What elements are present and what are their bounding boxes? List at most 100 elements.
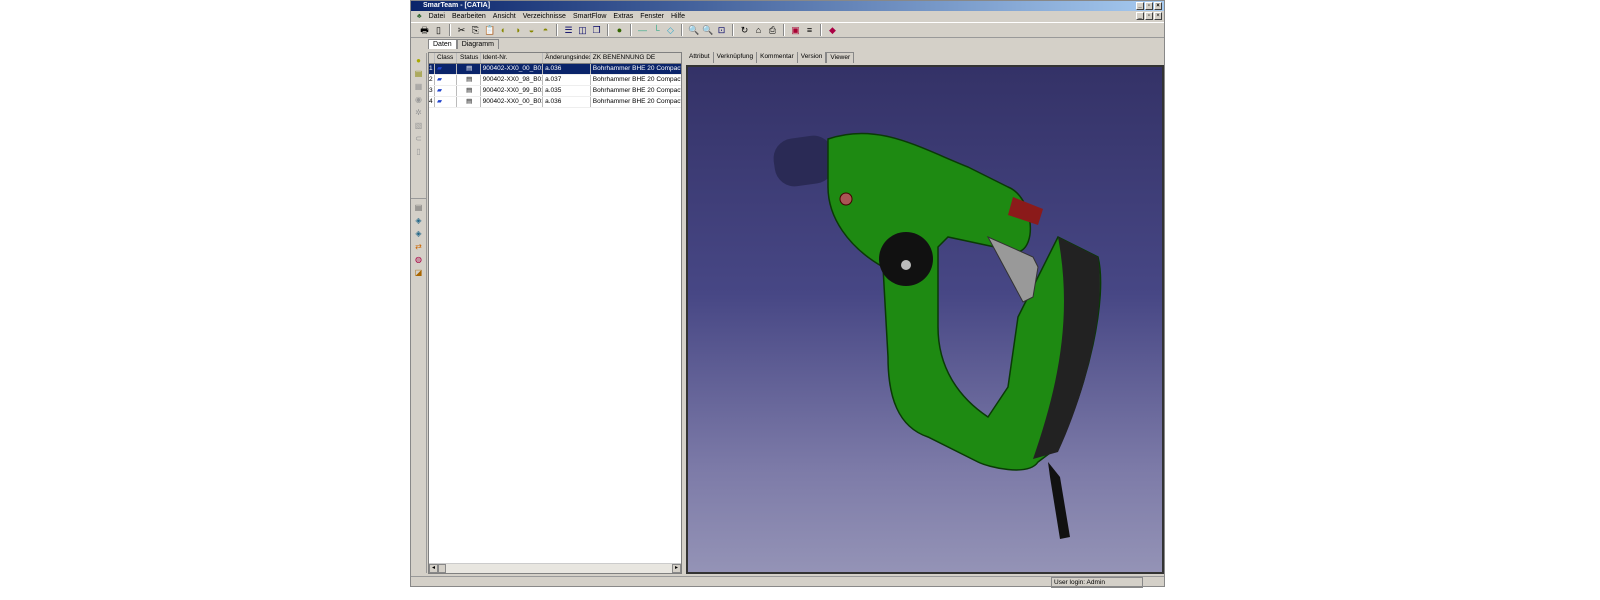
tab-kommentar[interactable]: Kommentar — [757, 52, 798, 63]
col-status[interactable]: Status — [457, 53, 481, 63]
3d-viewer[interactable] — [686, 65, 1164, 574]
paste-icon[interactable]: 📋 — [484, 25, 495, 36]
doc-restore-button[interactable]: ▫ — [1145, 12, 1153, 20]
folder-icon[interactable]: ▤ — [414, 69, 424, 79]
horizontal-scrollbar[interactable]: ◂ ▸ — [429, 563, 681, 573]
table-row[interactable]: 4 ▰ ▤ 900402-XX0_00_B01 a.036 Bohrhammer… — [429, 97, 681, 108]
close-button[interactable]: × — [1154, 2, 1162, 10]
index-cell: a.036 — [543, 64, 591, 74]
window-title: SmarTeam - [CATIA] — [423, 2, 491, 9]
side-toolbar: ● ▤ ▦ ◉ ✲ ▧ ⊂ ▯ ▤ ◈ ◈ ⇄ ◍ ◪ — [411, 53, 427, 573]
col-ident[interactable]: Ident-Nr. — [481, 53, 544, 63]
layout-vertical-icon[interactable]: ◫ — [577, 25, 588, 36]
index-cell: a.036 — [543, 97, 591, 107]
user-login-status: User login: Admin — [1051, 577, 1143, 588]
smarteam-window: SmarTeam - [CATIA] _ ▫ × ♣ Datei Bearbeite… — [410, 0, 1165, 588]
tab-verknuepfung[interactable]: Verknüpfung — [714, 52, 758, 63]
search-doc-icon[interactable]: ▧ — [414, 121, 424, 131]
grid-icon[interactable]: ▦ — [414, 82, 424, 92]
table-row[interactable]: 3 ▰ ▤ 900402-XX0_99_B01 a.035 Bohrhammer… — [429, 86, 681, 97]
left-tabs: Daten Diagramm — [428, 39, 499, 49]
minimize-button[interactable]: _ — [1136, 2, 1144, 10]
table-header: Class Status Ident-Nr. Änderungsindex ZK… — [429, 53, 681, 64]
checkout-icon[interactable]: ↻ — [739, 25, 750, 36]
tree-icon[interactable]: └ — [651, 25, 662, 36]
eraser-icon[interactable]: ◆ — [827, 25, 838, 36]
ident-cell: 900402-XX0_98_B01 — [482, 75, 544, 85]
properties-icon[interactable]: ⌂ — [753, 25, 764, 36]
status-icon: ▤ — [456, 64, 481, 74]
globe-icon[interactable]: ● — [414, 56, 424, 66]
scroll-left-button[interactable]: ◂ — [429, 564, 438, 573]
menu-fenster[interactable]: Fenster — [640, 13, 664, 20]
tab-diagramm[interactable]: Diagramm — [456, 39, 499, 49]
class-icon: ▰ — [434, 64, 457, 74]
lock-icon[interactable]: ◍ — [414, 255, 424, 265]
menu-hilfe[interactable]: Hilfe — [671, 13, 685, 20]
tab-version[interactable]: Version — [798, 52, 827, 63]
transfer-icon[interactable]: ⇄ — [414, 242, 424, 252]
class-icon: ▰ — [435, 97, 457, 107]
table-row[interactable]: 1 ▰ ▤ 900402-XX0_00_B01 a.036 Bohrhammer… — [429, 64, 681, 75]
release-icon[interactable]: ◪ — [414, 268, 424, 278]
eye-icon[interactable]: ◉ — [414, 95, 424, 105]
data-table: Class Status Ident-Nr. Änderungsindex ZK… — [428, 52, 682, 574]
books-icon[interactable]: ▣ — [790, 25, 801, 36]
drill-model — [773, 132, 1102, 539]
menu-datei[interactable]: Datei — [429, 13, 445, 20]
find-icon[interactable]: ◐ — [498, 25, 509, 36]
menu-ansicht[interactable]: Ansicht — [493, 13, 516, 20]
zoom-fit-icon[interactable]: ⊡ — [716, 25, 727, 36]
find-prev-icon[interactable]: ◓ — [540, 25, 551, 36]
status-icon: ▤ — [457, 97, 481, 107]
restore-button[interactable]: ▫ — [1145, 2, 1153, 10]
benennung-cell: Bohrhammer BHE 20 Compact — [592, 87, 681, 94]
menu-smartflow[interactable]: SmartFlow — [573, 13, 606, 20]
doc-icon[interactable]: ▯ — [414, 147, 424, 157]
assembly-icon[interactable]: ◈ — [414, 229, 424, 239]
class-icon: ▰ — [435, 86, 457, 96]
doc-close-button[interactable]: × — [1154, 12, 1162, 20]
menu-bearbeiten[interactable]: Bearbeiten — [452, 13, 486, 20]
link-doc-icon[interactable]: ⊂ — [414, 134, 424, 144]
menu-verzeichnisse[interactable]: Verzeichnisse — [523, 13, 566, 20]
find-all-icon[interactable]: ◑ — [512, 25, 523, 36]
table-row[interactable]: 2 ▰ ▤ 900402-XX0_98_B01 a.037 Bohrhammer… — [429, 75, 681, 86]
col-index[interactable]: Änderungsindex — [543, 53, 591, 63]
scroll-thumb[interactable] — [438, 564, 446, 573]
line-icon[interactable]: — — [637, 25, 648, 36]
zoom-in-icon[interactable]: 🔍 — [688, 25, 699, 36]
zoom-out-icon[interactable]: 🔍 — [702, 25, 713, 36]
link-icon[interactable]: ◇ — [665, 25, 676, 36]
status-bar: User login: Admin — [411, 576, 1164, 588]
col-benennung[interactable]: ZK BENENNUNG DE — [591, 53, 681, 63]
tab-daten[interactable]: Daten — [428, 39, 457, 49]
status-icon: ▤ — [457, 75, 481, 85]
layout-horizontal-icon[interactable]: ☰ — [563, 25, 574, 36]
gear-icon[interactable]: ✲ — [414, 108, 424, 118]
doc-minimize-button[interactable]: _ — [1136, 12, 1144, 20]
print-icon[interactable]: 🖶 — [419, 25, 430, 36]
col-class[interactable]: Class — [435, 53, 457, 63]
tab-attribut[interactable]: Attribut — [686, 52, 714, 63]
ident-cell: 900402-XX0_99_B01 — [482, 86, 544, 96]
copy-icon[interactable]: ⎘ — [470, 25, 481, 36]
scroll-right-button[interactable]: ▸ — [672, 564, 681, 573]
tab-viewer[interactable]: Viewer — [826, 52, 855, 63]
print-list-icon[interactable]: ⎙ — [767, 25, 778, 36]
list-view-icon[interactable]: ▤ — [414, 203, 424, 213]
ident-cell: 900402-XX0_00_B01 — [480, 64, 544, 74]
benennung-cell: Bohrhammer BHE 20 Compact — [592, 76, 681, 83]
index-cell: a.035 — [543, 86, 591, 96]
cascade-icon[interactable]: ❐ — [591, 25, 602, 36]
list-icon[interactable]: ≡ — [804, 25, 815, 36]
benennung-cell: Bohrhammer BHE 20 Compact — [590, 64, 681, 74]
refresh-icon[interactable]: ● — [614, 25, 625, 36]
ident-cell: 900402-XX0_00_B01 — [482, 97, 544, 107]
preview-icon[interactable]: ▯ — [433, 25, 444, 36]
part-icon[interactable]: ◈ — [414, 216, 424, 226]
cut-icon[interactable]: ✂ — [456, 25, 467, 36]
find-next-icon[interactable]: ◒ — [526, 25, 537, 36]
class-icon: ▰ — [435, 75, 457, 85]
menu-extras[interactable]: Extras — [613, 13, 633, 20]
